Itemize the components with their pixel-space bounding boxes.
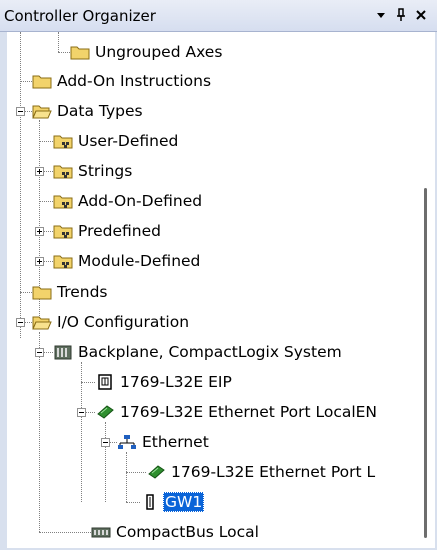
tree-item-label: Ethernet <box>142 433 209 451</box>
tree-item-add-on-defined[interactable]: Add-On-Defined <box>53 189 204 213</box>
datatype-folder-icon <box>53 222 73 240</box>
tree-item-predefined[interactable]: Predefined <box>53 219 163 243</box>
close-icon <box>416 10 426 20</box>
tree-item-label: 1769-L32E EIP <box>120 373 232 391</box>
tree-item-label: User-Defined <box>78 132 179 150</box>
tree-item-label: Add-On Instructions <box>57 72 212 90</box>
chevron-down-icon <box>377 13 385 18</box>
tree-item-label: Ungrouped Axes <box>95 43 223 61</box>
panel-title: Controller Organizer <box>4 7 156 25</box>
tree-item-label: Add-On-Defined <box>78 192 203 210</box>
tree-item-label: CompactBus Local <box>116 523 259 541</box>
tree-item-1769-l32e-ethernet-port[interactable]: 1769-L32E Ethernet Port LocalEN <box>95 400 379 424</box>
tree-item-label: GW1 <box>163 492 205 512</box>
tree-item-label: Strings <box>78 162 133 180</box>
tree-item-compactbus-local[interactable]: CompactBus Local <box>91 520 261 544</box>
datatype-folder-icon <box>53 162 73 180</box>
tree-item-label: Trends <box>57 283 108 301</box>
scrollbar-thumb[interactable] <box>424 188 427 538</box>
tree-item-module-defined[interactable]: Module-Defined <box>53 249 202 273</box>
tree-item-1769-l32e-eip[interactable]: 1769-L32E EIP <box>95 370 234 394</box>
ethernet-port-expander[interactable] <box>77 408 86 417</box>
close-button[interactable] <box>410 4 432 26</box>
tree-item-label: Data Types <box>57 102 143 120</box>
tree-item-label: Module-Defined <box>78 252 201 270</box>
pin-button[interactable] <box>390 4 412 26</box>
backplane-expander[interactable] <box>35 348 44 357</box>
tree-item-strings[interactable]: Strings <box>53 159 134 183</box>
panel-titlebar: Controller Organizer <box>0 0 437 32</box>
folder-icon <box>70 43 90 61</box>
tree-item-1769-l32e-ethernet-port-l[interactable]: 1769-L32E Ethernet Port L <box>146 460 377 484</box>
tree-item-label: 1769-L32E Ethernet Port LocalEN <box>120 403 378 421</box>
dropdown-button[interactable] <box>370 4 392 26</box>
vertical-scrollbar[interactable] <box>417 32 435 548</box>
open-folder-icon <box>32 313 52 331</box>
controller-icon <box>95 373 115 391</box>
ethernet-module-icon <box>95 403 115 421</box>
bus-icon <box>91 523 111 541</box>
module-defined-expander[interactable] <box>35 257 44 266</box>
datatype-folder-icon <box>53 132 73 150</box>
tree-item-user-defined[interactable]: User-Defined <box>53 129 180 153</box>
tree-item-gw1[interactable]: GW1 <box>140 490 205 514</box>
folder-icon <box>32 72 52 90</box>
rack-icon <box>53 343 73 361</box>
tree-item-add-on-instructions[interactable]: Add-On Instructions <box>32 69 213 93</box>
pin-icon <box>397 8 405 21</box>
folder-icon <box>32 283 52 301</box>
tree-item-label: 1769-L32E Ethernet Port L <box>171 463 376 481</box>
tree-item-label: I/O Configuration <box>57 313 190 331</box>
tree-item-label: Backplane, CompactLogix System <box>78 343 342 361</box>
open-folder-icon <box>32 102 52 120</box>
tree-item-label: Predefined <box>78 222 161 240</box>
ethernet-expander[interactable] <box>101 438 110 447</box>
tree-item-io-configuration[interactable]: I/O Configuration <box>32 310 191 334</box>
network-icon <box>117 433 137 451</box>
controller-organizer-tree[interactable]: Ungrouped Axes Add-On Instructions Data … <box>7 32 417 548</box>
tree-item-backplane[interactable]: Backplane, CompactLogix System <box>53 340 344 364</box>
strings-expander[interactable] <box>35 167 44 176</box>
datatype-folder-icon <box>53 192 73 210</box>
datatype-folder-icon <box>53 252 73 270</box>
tree-item-trends[interactable]: Trends <box>32 280 110 304</box>
ethernet-module-icon <box>146 463 166 481</box>
tree-item-data-types[interactable]: Data Types <box>32 99 145 123</box>
device-icon <box>140 493 160 511</box>
tree-item-ethernet[interactable]: Ethernet <box>117 430 211 454</box>
io-configuration-expander[interactable] <box>16 318 25 327</box>
data-types-expander[interactable] <box>16 107 25 116</box>
tree-item-ungrouped-axes[interactable]: Ungrouped Axes <box>70 40 224 64</box>
predefined-expander[interactable] <box>35 227 44 236</box>
